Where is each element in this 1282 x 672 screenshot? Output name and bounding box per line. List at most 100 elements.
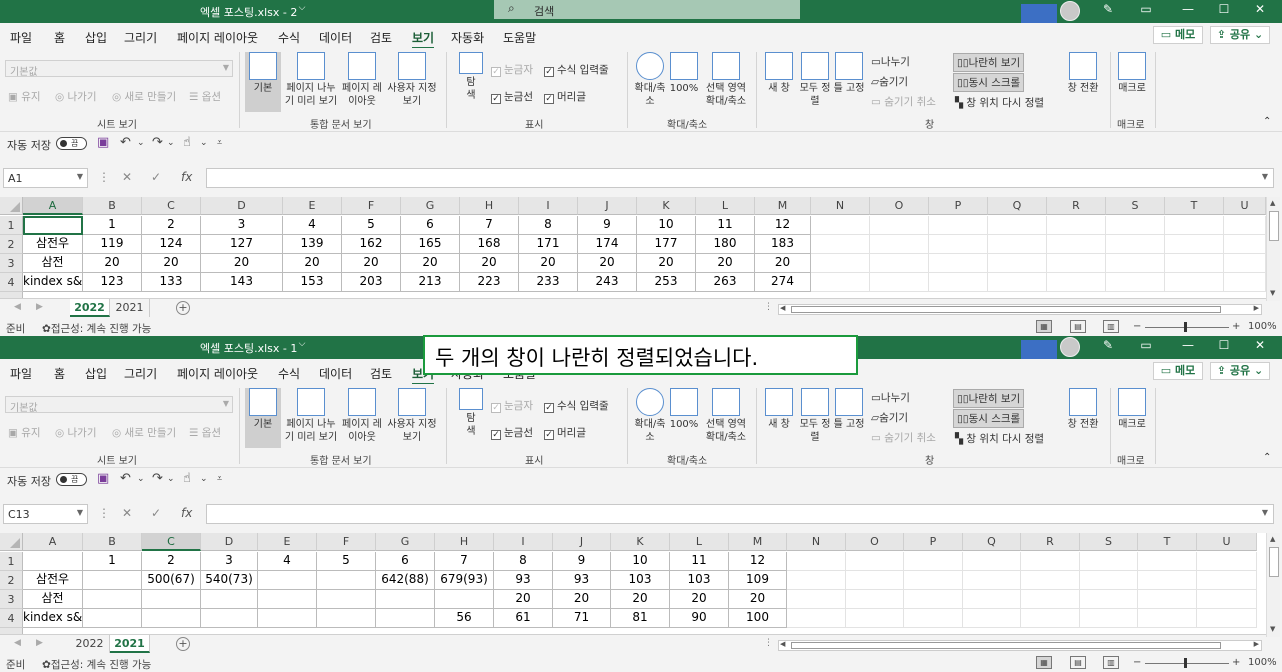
cell[interactable] <box>201 590 258 609</box>
cell[interactable]: 90 <box>670 609 729 628</box>
column-header[interactable]: D <box>201 533 258 551</box>
maximize-icon[interactable]: ☐ <box>1214 2 1234 20</box>
cell[interactable] <box>787 571 846 590</box>
normal-view-button[interactable]: 기본 <box>245 52 281 112</box>
share-button[interactable]: ⇪ 공유 ⌄ <box>1210 26 1270 44</box>
add-sheet-icon[interactable]: + <box>176 301 190 315</box>
memo-button[interactable]: ▭ 메모 <box>1153 362 1203 380</box>
customize-qat-icon[interactable]: ⩡ <box>217 474 222 484</box>
cell[interactable]: 20 <box>201 254 283 273</box>
zoom-slider[interactable] <box>1145 327 1229 328</box>
close-icon[interactable]: ✕ <box>1250 338 1270 356</box>
scroll-left-arrow-icon[interactable]: ◀ <box>780 304 785 312</box>
freeze-panes-button[interactable]: 틀 고정 <box>833 52 865 112</box>
chevron-down-icon[interactable]: ⌵ <box>292 3 312 21</box>
cell[interactable]: 165 <box>401 235 460 254</box>
cell[interactable]: 171 <box>519 235 578 254</box>
zoom-button[interactable]: 확대/축소 <box>634 52 666 112</box>
cell[interactable] <box>258 571 317 590</box>
headings-checkbox[interactable]: ✓ 머리글 <box>544 425 586 440</box>
column-header[interactable]: R <box>1021 533 1080 551</box>
collapse-ribbon-icon[interactable]: ⌃ <box>1263 452 1271 463</box>
column-header[interactable]: R <box>1047 197 1106 215</box>
cell[interactable] <box>142 590 201 609</box>
cell[interactable]: 20 <box>519 254 578 273</box>
cell[interactable]: 20 <box>637 254 696 273</box>
scroll-thumb[interactable] <box>1269 547 1279 577</box>
cell[interactable]: 7 <box>435 552 494 571</box>
column-header[interactable]: J <box>553 533 611 551</box>
column-header[interactable]: A <box>23 533 83 551</box>
cell[interactable]: 124 <box>142 235 201 254</box>
switch-windows-button[interactable]: 창 전환 <box>1064 388 1102 448</box>
cell[interactable] <box>870 273 929 292</box>
cell[interactable]: 5 <box>317 552 376 571</box>
cell[interactable]: 20 <box>494 590 553 609</box>
column-header[interactable]: S <box>1106 197 1165 215</box>
cell[interactable]: 540(73) <box>201 571 258 590</box>
cell[interactable] <box>787 590 846 609</box>
tab-2[interactable]: 삽입 <box>85 29 107 46</box>
formula-input[interactable]: ▼ <box>206 168 1274 188</box>
zoom-in-icon[interactable]: + <box>1232 657 1240 668</box>
row-header[interactable]: 4 <box>0 609 23 628</box>
custom-views-button[interactable]: 사용자 지정 보기 <box>384 388 440 448</box>
pen-icon[interactable]: ✎ <box>1098 2 1118 20</box>
next-sheet-icon[interactable]: ▶ <box>36 302 43 312</box>
zoom-button[interactable]: 확대/축소 <box>634 388 666 448</box>
avatar[interactable] <box>1060 337 1080 357</box>
tab-6[interactable]: 데이터 <box>319 29 352 46</box>
cell[interactable] <box>317 571 376 590</box>
undo-icon[interactable]: ↶ <box>120 135 131 150</box>
tab-4[interactable]: 페이지 레이아웃 <box>177 365 258 382</box>
cell[interactable]: 20 <box>283 254 342 273</box>
column-header[interactable]: D <box>201 197 283 215</box>
horizontal-scrollbar[interactable]: ◀ ▶ <box>778 640 1262 651</box>
cell[interactable] <box>83 571 142 590</box>
next-sheet-icon[interactable]: ▶ <box>36 638 43 648</box>
cell[interactable]: 153 <box>283 273 342 292</box>
cell[interactable]: 93 <box>553 571 611 590</box>
cell[interactable]: 93 <box>494 571 553 590</box>
column-header[interactable]: G <box>376 533 435 551</box>
save-icon[interactable]: ▣ <box>97 135 109 150</box>
cell[interactable]: 100 <box>729 609 787 628</box>
tab-0[interactable]: 파일 <box>10 29 32 46</box>
new-view-button[interactable]: ◎ 새로 만들기 <box>112 425 176 440</box>
hide-button[interactable]: ▱숨기기 <box>871 74 908 89</box>
cancel-icon[interactable]: ✕ <box>122 170 132 184</box>
chevron-down-icon[interactable]: ⌄ <box>137 474 145 484</box>
cell[interactable] <box>1047 216 1106 235</box>
column-header[interactable]: T <box>1138 533 1197 551</box>
row-header[interactable]: 3 <box>0 254 23 273</box>
column-header[interactable]: N <box>787 533 846 551</box>
arrange-all-button[interactable]: 모두 정렬 <box>799 388 831 448</box>
cell[interactable]: 127 <box>201 235 283 254</box>
collapse-ribbon-icon[interactable]: ⌃ <box>1263 116 1271 127</box>
cell[interactable]: 20 <box>578 254 637 273</box>
ruler-checkbox[interactable]: ✓ 눈금자 <box>491 398 533 413</box>
keep-button[interactable]: ▣ 유지 <box>8 89 41 104</box>
vertical-scrollbar[interactable]: ▲ ▼ <box>1266 533 1280 637</box>
column-header[interactable]: F <box>317 533 376 551</box>
cell[interactable] <box>811 273 870 292</box>
column-header[interactable]: H <box>435 533 494 551</box>
insert-function-icon[interactable]: fx <box>181 506 192 520</box>
cell[interactable]: 263 <box>696 273 755 292</box>
cell[interactable]: 4 <box>258 552 317 571</box>
cell[interactable]: 20 <box>611 590 670 609</box>
cell[interactable] <box>846 552 904 571</box>
close-icon[interactable]: ✕ <box>1250 2 1270 20</box>
new-view-button[interactable]: ◎ 새로 만들기 <box>112 89 176 104</box>
tab-2[interactable]: 삽입 <box>85 365 107 382</box>
cell[interactable] <box>1224 216 1266 235</box>
column-header[interactable]: S <box>1080 533 1138 551</box>
cell[interactable]: 6 <box>401 216 460 235</box>
cell[interactable] <box>1021 590 1080 609</box>
cell[interactable] <box>23 552 83 571</box>
cell[interactable]: 7 <box>460 216 519 235</box>
scroll-left-arrow-icon[interactable]: ◀ <box>780 640 785 648</box>
column-header[interactable]: A <box>23 197 83 215</box>
column-header[interactable]: L <box>670 533 729 551</box>
cell[interactable] <box>929 216 988 235</box>
